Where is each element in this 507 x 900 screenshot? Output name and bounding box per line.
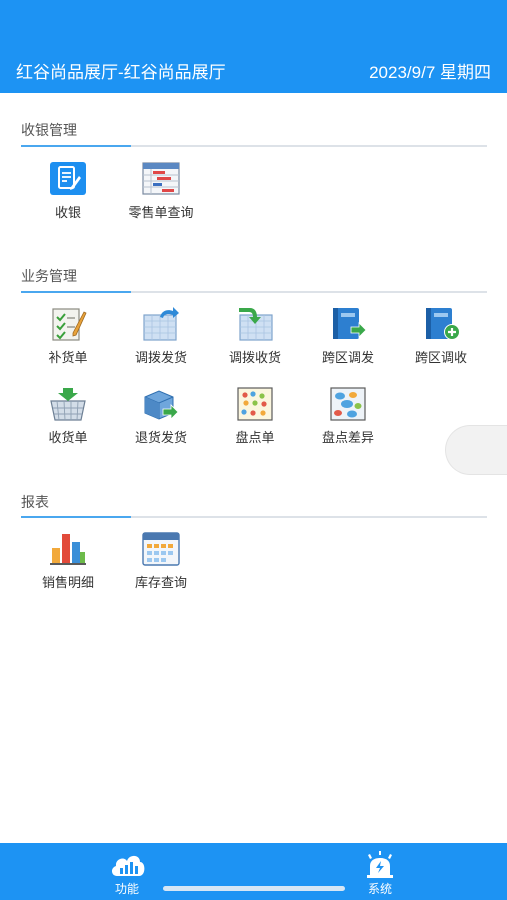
tile-cashier[interactable]: 收银 [21, 162, 115, 224]
tile-label: 销售明细 [41, 575, 94, 590]
app-header: 红谷尚品展厅-红谷尚品展厅 2023/9/7 星期四 [0, 0, 507, 93]
tile-sales-detail[interactable]: 销售明细 [21, 532, 115, 594]
tile-inventory-query[interactable]: 库存查询 [114, 532, 208, 594]
tile-retail-order-query[interactable]: 零售单查询 [114, 162, 208, 224]
current-date: 2023/9/7 星期四 [369, 63, 491, 82]
section-divider [21, 291, 487, 293]
store-name: 红谷尚品展厅-红谷尚品展厅 [16, 63, 226, 82]
tile-receiving-order[interactable]: 收货单 [21, 387, 115, 449]
tile-label: 退货发货 [134, 430, 187, 445]
transfer-ship-icon [143, 307, 179, 341]
receiving-basket-icon [50, 388, 86, 421]
stocktake-diff-icon [330, 387, 366, 421]
tile-stocktake-diff[interactable]: 盘点差异 [301, 387, 395, 449]
section-title-business: 业务管理 [21, 268, 77, 284]
tile-label: 盘点差异 [321, 430, 374, 445]
section-divider [21, 145, 487, 147]
tab-system[interactable]: 系统 [320, 843, 440, 900]
cross-region-receive-icon [426, 308, 460, 340]
return-ship-icon [144, 390, 179, 420]
tile-cross-region-ship[interactable]: 跨区调发 [301, 307, 395, 369]
tile-label: 跨区调收 [414, 350, 467, 365]
tile-label: 收货单 [48, 430, 88, 445]
calendar-grid-icon [142, 532, 180, 566]
tile-transfer-ship[interactable]: 调拨发货 [114, 307, 208, 369]
tile-stocktake[interactable]: 盘点单 [208, 387, 302, 449]
tile-label: 调拨发货 [134, 350, 187, 365]
tile-label: 补货单 [48, 350, 88, 365]
tab-function[interactable]: 功能 [67, 843, 187, 900]
replenish-order-icon [52, 308, 87, 341]
bottom-tab-bar: 功能 系统 [0, 843, 507, 900]
bar-chart-icon [50, 534, 86, 565]
cloud-chart-icon [111, 855, 145, 876]
floating-assistive-button[interactable] [445, 425, 507, 475]
tile-label: 库存查询 [134, 575, 187, 590]
tile-label: 调拨收货 [228, 350, 281, 365]
alarm-light-icon [367, 851, 393, 878]
tile-return-ship[interactable]: 退货发货 [114, 387, 208, 449]
tile-label: 零售单查询 [128, 205, 194, 220]
tile-transfer-receive[interactable]: 调拨收货 [208, 307, 302, 369]
section-divider [21, 516, 487, 518]
tile-replenish-order[interactable]: 补货单 [21, 307, 115, 369]
section-title-reports: 报表 [21, 494, 49, 510]
cashier-icon [50, 162, 86, 195]
tile-label: 跨区调发 [321, 350, 374, 365]
tile-cross-region-receive[interactable]: 跨区调收 [394, 307, 488, 369]
home-indicator[interactable] [163, 886, 345, 891]
retail-order-query-icon [142, 162, 180, 195]
tile-label: 收银 [54, 205, 81, 220]
section-title-cashier: 收银管理 [21, 122, 77, 138]
stocktake-icon [237, 387, 273, 421]
cross-region-ship-icon [333, 308, 367, 339]
transfer-receive-icon [239, 308, 273, 341]
tile-label: 盘点单 [235, 430, 275, 445]
